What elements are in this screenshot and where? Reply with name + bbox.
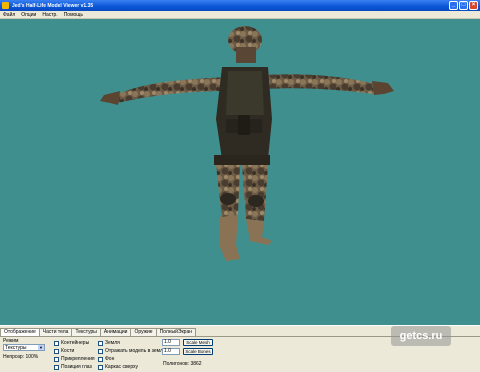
checkbox-box[interactable] xyxy=(54,340,59,346)
tab-fullscreen[interactable]: ПолныйЭкран xyxy=(155,328,196,336)
checkbox-wireframe-overlay[interactable]: Каркас сверху xyxy=(98,364,138,370)
checkbox-label: Кости xyxy=(61,348,75,354)
checkbox-background[interactable]: Фон xyxy=(98,356,114,362)
tab-strip: Отображение Части тела Текстуры Анимации… xyxy=(0,328,196,336)
tab-bodyparts[interactable]: Части тела xyxy=(38,328,73,336)
checkbox-eye-position[interactable]: Позиция глаз xyxy=(54,364,92,370)
checkbox-label: Отражать модель в земле xyxy=(105,348,166,354)
checkbox-mirror-model[interactable]: Отражать модель в земле xyxy=(98,348,166,354)
polygon-count: Полигонов: 3862 xyxy=(163,361,202,367)
checkbox-box[interactable] xyxy=(98,340,103,346)
window-controls: _ □ × xyxy=(449,1,478,10)
scale-mesh-input[interactable]: 1.0 xyxy=(162,339,180,346)
soldier-model xyxy=(100,26,394,261)
checkbox-box[interactable] xyxy=(54,364,59,370)
close-icon[interactable]: × xyxy=(469,1,478,10)
title-bar[interactable]: Jed's Half-Life Model Viewer v1.35 _ □ × xyxy=(0,0,480,11)
checkbox-box[interactable] xyxy=(98,348,103,354)
checkbox-label: Позиция глаз xyxy=(61,364,92,370)
checkbox-attachments[interactable]: Прикрепления xyxy=(54,356,95,362)
checkbox-box[interactable] xyxy=(54,356,59,362)
window-title: Jed's Half-Life Model Viewer v1.35 xyxy=(12,2,94,9)
scale-bones-input[interactable]: 1.0 xyxy=(162,348,180,355)
checkbox-ground[interactable]: Земля xyxy=(98,340,120,346)
minimize-icon[interactable]: _ xyxy=(449,1,458,10)
mode-value: Текстуры xyxy=(5,345,27,351)
checkbox-label: Каркас сверху xyxy=(105,364,139,370)
model-viewport[interactable] xyxy=(0,19,480,325)
scale-bones-button[interactable]: Scale Bones xyxy=(183,348,213,355)
mode-select[interactable]: Текстуры ▼ xyxy=(3,344,45,351)
menu-help[interactable]: Помощь xyxy=(64,12,83,18)
tab-display[interactable]: Отображение xyxy=(0,328,40,336)
watermark-logo: getcs.ru xyxy=(391,326,451,346)
chevron-down-icon[interactable]: ▼ xyxy=(38,345,44,350)
menu-file[interactable]: Файл xyxy=(3,12,15,18)
checkbox-box[interactable] xyxy=(98,356,103,362)
checkbox-label: Фон xyxy=(105,356,115,362)
checkbox-box[interactable] xyxy=(54,348,59,354)
checkbox-bones[interactable]: Кости xyxy=(54,348,74,354)
checkbox-label: Земля xyxy=(105,340,120,346)
opacity-label: Непрозр: 100% xyxy=(3,354,39,360)
maximize-icon[interactable]: □ xyxy=(459,1,468,10)
tab-textures[interactable]: Текстуры xyxy=(71,328,101,336)
checkbox-box[interactable] xyxy=(98,364,103,370)
tab-animations[interactable]: Анимации xyxy=(99,328,132,336)
checkbox-label: Контейнеры xyxy=(61,340,90,346)
app-icon xyxy=(2,2,9,9)
checkbox-hitboxes[interactable]: Контейнеры xyxy=(54,340,89,346)
tab-weapons[interactable]: Оружие xyxy=(130,328,157,336)
checkbox-label: Прикрепления xyxy=(61,356,95,362)
menu-bar: Файл Опции Настр. Помощь xyxy=(0,11,480,19)
scale-mesh-button[interactable]: Scale Mesh xyxy=(183,339,213,346)
menu-options[interactable]: Опции xyxy=(21,12,36,18)
menu-tools[interactable]: Настр. xyxy=(42,12,57,18)
